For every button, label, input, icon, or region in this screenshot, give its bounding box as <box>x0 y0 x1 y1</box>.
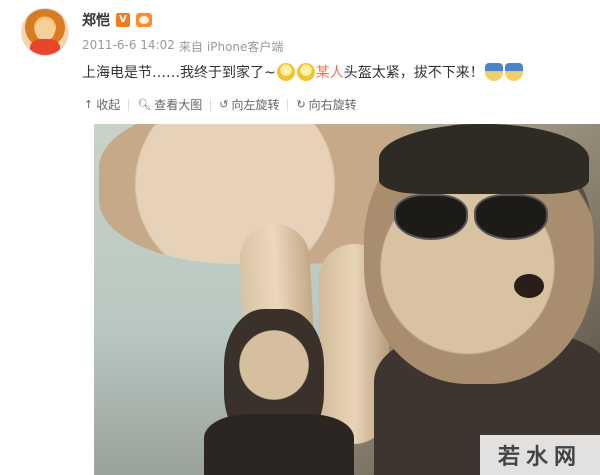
crying-face-icon <box>276 63 295 81</box>
rotate-right-button[interactable]: ↻ 向右旋转 <box>288 96 364 113</box>
collapse-button[interactable]: ↑ 收起 <box>80 96 128 113</box>
rotate-left-label: 向左旋转 <box>231 98 280 112</box>
post-text: 上海电是节……我终于到家了~ 某人 头盔太紧，拔不下来！ <box>82 62 524 82</box>
mention-link[interactable]: 某人 <box>316 62 344 82</box>
post-meta: 2011-6-6 14:02 来自 iPhone客户端 <box>82 38 283 55</box>
arrow-up-icon: ↑ <box>84 98 94 111</box>
username[interactable]: 郑恺 <box>82 10 110 30</box>
rotate-left-icon: ↺ <box>219 98 229 111</box>
name-row: 郑恺 V <box>82 10 152 30</box>
magnifier-icon: 🔍︎ <box>137 98 152 111</box>
rotate-right-icon: ↻ <box>296 98 306 111</box>
verified-icon[interactable]: V <box>116 13 130 27</box>
collapse-label: 收起 <box>96 98 121 112</box>
rotate-right-label: 向右旋转 <box>308 98 357 112</box>
member-icon[interactable] <box>136 13 152 27</box>
photo-person-mouth <box>514 274 544 298</box>
post-text-part1: 上海电是节……我终于到家了~ <box>82 65 276 81</box>
view-large-button[interactable]: 🔍︎ 查看大图 <box>129 96 210 113</box>
view-large-label: 查看大图 <box>154 98 203 112</box>
sunglasses <box>394 194 548 244</box>
avatar-body <box>30 39 60 55</box>
watermark: 若水网 <box>480 435 600 475</box>
post-text-part2: 头盔太紧，拔不下来！ <box>343 65 484 81</box>
photo-person-hair <box>379 124 589 194</box>
helmet-face-icon <box>484 63 503 81</box>
rotate-left-button[interactable]: ↺ 向左旋转 <box>211 96 287 113</box>
helmet-face-icon <box>504 63 523 81</box>
crying-face-icon <box>296 63 315 81</box>
post-timestamp[interactable]: 2011-6-6 14:02 <box>82 38 175 55</box>
media-actions: ↑ 收起 🔍︎ 查看大图 ↺ 向左旋转 ↻ 向右旋转 <box>80 96 365 113</box>
source-link[interactable]: iPhone客户端 <box>207 38 284 55</box>
avatar-face <box>35 19 55 41</box>
post-photo[interactable] <box>94 124 600 475</box>
avatar[interactable] <box>21 8 69 56</box>
source-prefix: 来自 <box>178 40 203 54</box>
photo-person-back-body <box>204 414 354 475</box>
